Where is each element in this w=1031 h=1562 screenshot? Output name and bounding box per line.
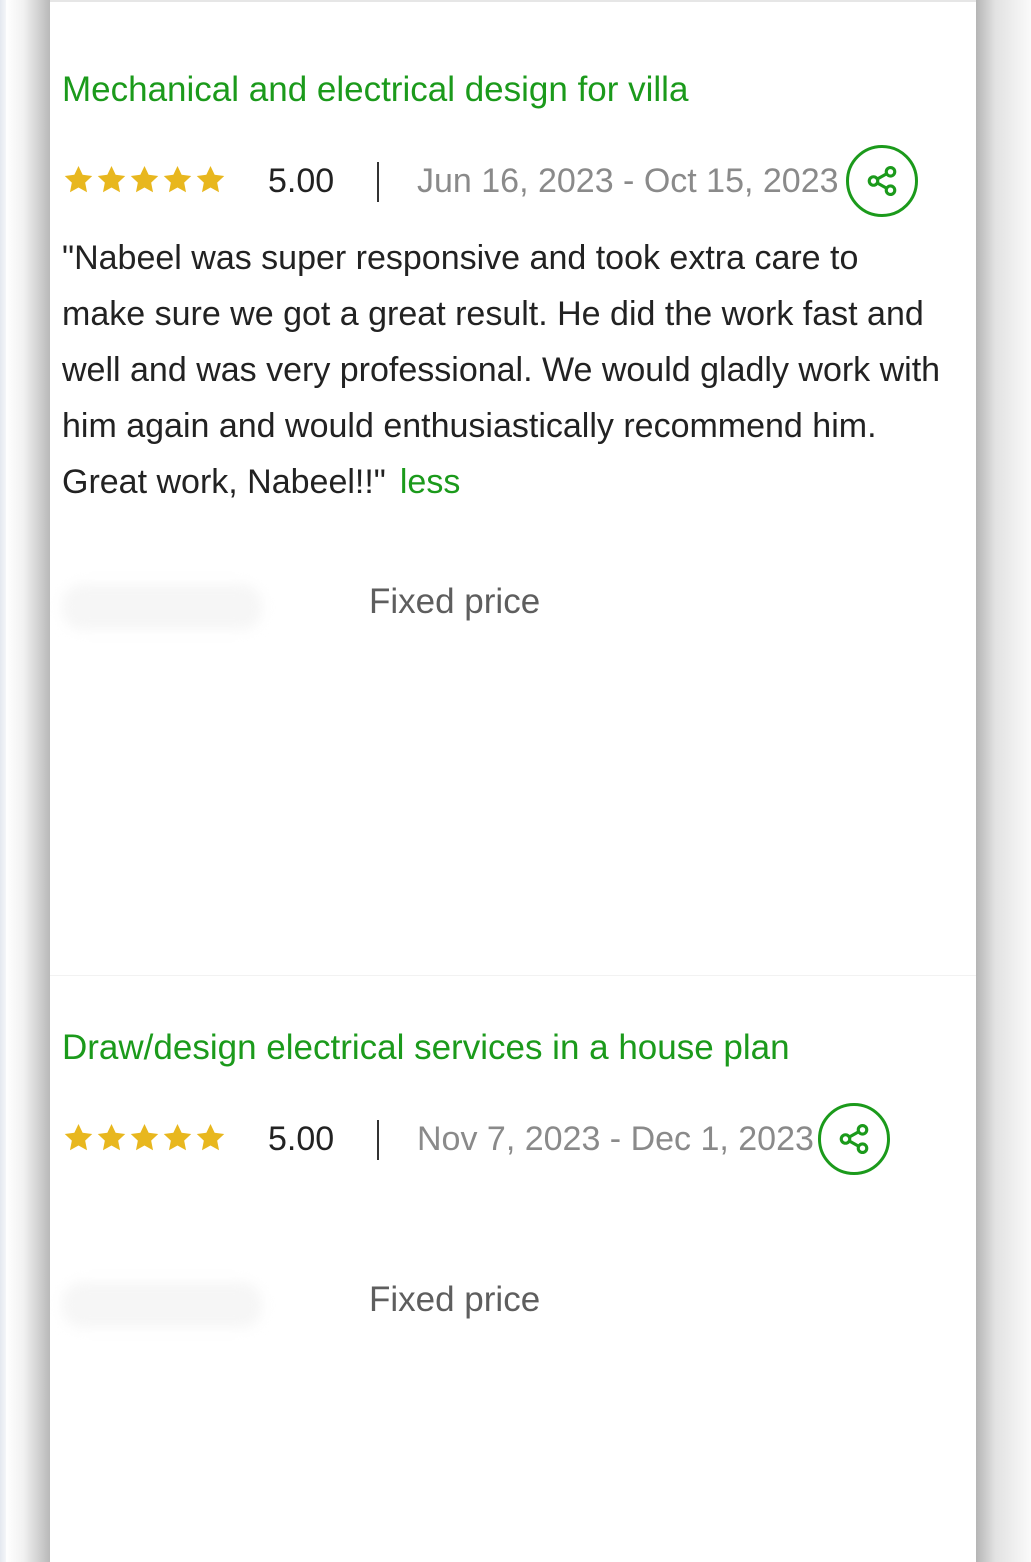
star-icon (161, 1122, 194, 1154)
panel-shadow-right (976, 0, 1031, 1562)
star-icon (194, 164, 227, 196)
star-icon (128, 164, 161, 196)
blurred-amount (62, 584, 262, 630)
feedback-text: "Nabeel was super responsive and took ex… (62, 239, 941, 501)
contract-dates: Jun 16, 2023 - Oct 15, 2023 (417, 162, 839, 200)
price-row: Fixed price (62, 578, 942, 638)
review-meta: 5.00 Nov 7, 2023 - Dec 1, 2023 (62, 1100, 942, 1180)
review-card: Draw/design electrical services in a hou… (62, 1024, 942, 1336)
blurred-amount (62, 1282, 262, 1328)
star-icon (95, 164, 128, 196)
price-type: Fixed price (369, 582, 541, 621)
star-icon (194, 1122, 227, 1154)
price-row: Fixed price (62, 1276, 942, 1336)
divider (377, 1120, 379, 1160)
share-icon (839, 1123, 869, 1155)
star-icon (161, 164, 194, 196)
share-icon (867, 165, 897, 197)
star-rating (62, 1122, 227, 1154)
card-separator (50, 975, 976, 976)
star-icon (62, 164, 95, 196)
star-icon (95, 1122, 128, 1154)
panel-shadow-left (6, 0, 50, 1562)
review-card: Mechanical and electrical design for vil… (62, 66, 942, 638)
job-title-link[interactable]: Mechanical and electrical design for vil… (62, 66, 942, 114)
star-icon (128, 1122, 161, 1154)
share-button[interactable] (818, 1103, 890, 1175)
rating-score: 5.00 (268, 162, 335, 200)
star-icon (62, 1122, 95, 1154)
share-button[interactable] (846, 145, 918, 217)
work-history-panel: Mechanical and electrical design for vil… (50, 0, 976, 1562)
review-text: "Nabeel was super responsive and took ex… (62, 230, 942, 510)
job-title-link[interactable]: Draw/design electrical services in a hou… (62, 1024, 942, 1072)
contract-dates: Nov 7, 2023 - Dec 1, 2023 (417, 1120, 814, 1158)
star-rating (62, 164, 227, 196)
price-type: Fixed price (369, 1280, 541, 1319)
review-meta: 5.00 Jun 16, 2023 - Oct 15, 2023 (62, 142, 942, 222)
divider (377, 162, 379, 202)
rating-score: 5.00 (268, 1120, 335, 1158)
less-link[interactable]: less (400, 463, 460, 501)
